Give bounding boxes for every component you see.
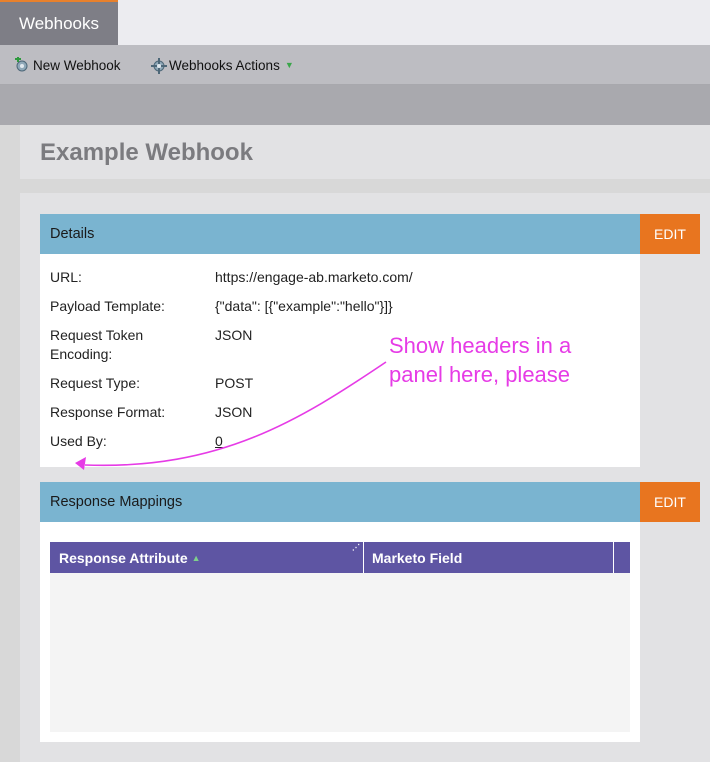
annotation-arrow [75,361,387,470]
annotation-line-1: Show headers in a [389,333,572,358]
annotation-line-2: panel here, please [389,362,571,387]
annotation-note: Show headers in a panel here, please [389,331,571,389]
